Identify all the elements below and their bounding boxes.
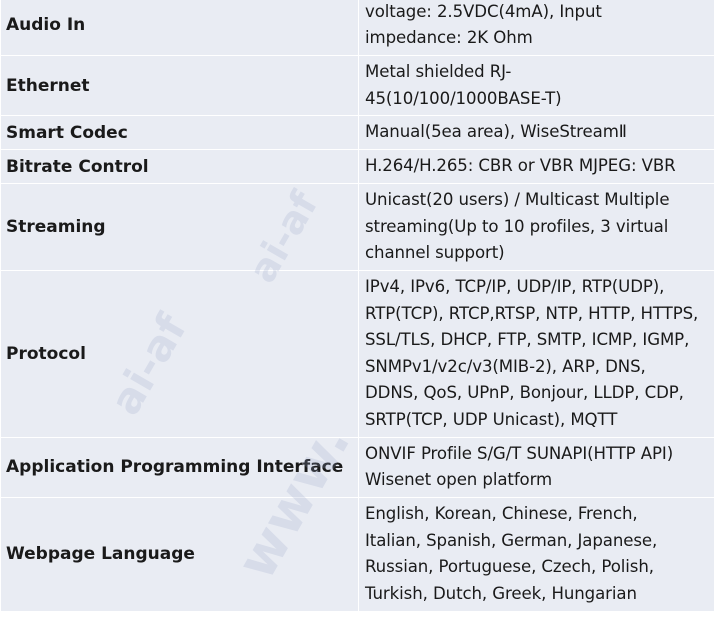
row-label: Application Programming Interface bbox=[0, 436, 359, 498]
row-value: Manual(5ea area), WiseStreamⅡ bbox=[358, 115, 715, 150]
table-row: Ethernet Metal shielded RJ- 45(10/100/10… bbox=[0, 55, 715, 116]
row-label: Webpage Language bbox=[0, 496, 359, 612]
row-value: Unicast(20 users) / Multicast Multiple s… bbox=[358, 183, 715, 271]
table-row: Audio In voltage: 2.5VDC(4mA), Input imp… bbox=[0, 0, 715, 56]
table-row: Webpage Language English, Korean, Chines… bbox=[0, 496, 715, 612]
row-label: Bitrate Control bbox=[0, 149, 359, 184]
table-row: Protocol IPv4, IPv6, TCP/IP, UDP/IP, RTP… bbox=[0, 269, 715, 438]
table-row: Smart Codec Manual(5ea area), WiseStream… bbox=[0, 115, 715, 150]
row-value: ONVIF Profile S/G/T SUNAPI(HTTP API) Wis… bbox=[358, 436, 715, 498]
row-label: Ethernet bbox=[0, 55, 359, 116]
row-value: H.264/H.265: CBR or VBR MJPEG: VBR bbox=[358, 149, 715, 184]
row-label: Protocol bbox=[0, 269, 359, 438]
table-row: Bitrate Control H.264/H.265: CBR or VBR … bbox=[0, 149, 715, 184]
row-label: Streaming bbox=[0, 183, 359, 271]
table-row: Streaming Unicast(20 users) / Multicast … bbox=[0, 183, 715, 271]
row-value: English, Korean, Chinese, French, Italia… bbox=[358, 496, 715, 612]
row-label: Smart Codec bbox=[0, 115, 359, 150]
row-value: Metal shielded RJ- 45(10/100/1000BASE-T) bbox=[358, 55, 715, 116]
row-value: voltage: 2.5VDC(4mA), Input impedance: 2… bbox=[358, 0, 715, 56]
spec-table: Audio In voltage: 2.5VDC(4mA), Input imp… bbox=[0, 0, 715, 612]
row-value: IPv4, IPv6, TCP/IP, UDP/IP, RTP(UDP), RT… bbox=[358, 269, 715, 438]
row-label: Audio In bbox=[0, 0, 359, 56]
table-row: Application Programming Interface ONVIF … bbox=[0, 436, 715, 498]
